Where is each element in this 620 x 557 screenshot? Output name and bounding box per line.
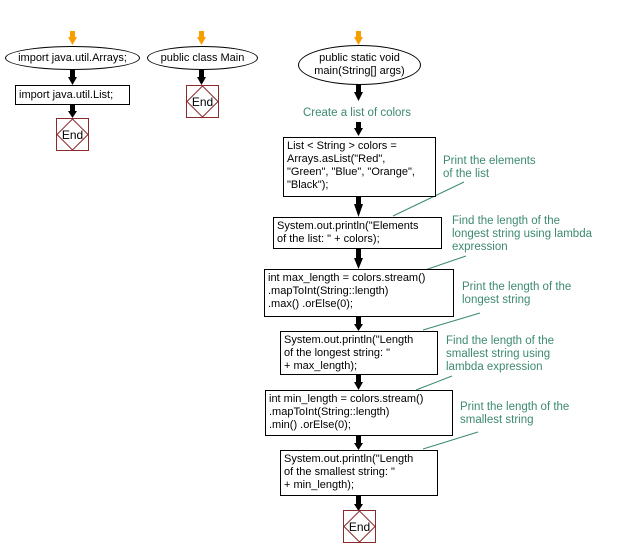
- arrow: [354, 436, 363, 450]
- end-label: End: [61, 127, 84, 142]
- arrow: [354, 84, 363, 101]
- comment-print-elements: Print the elements of the list: [443, 155, 536, 180]
- arrow: [354, 122, 363, 136]
- arrow: [68, 105, 77, 118]
- arrow: [354, 317, 363, 331]
- comment-line-2: [424, 255, 467, 271]
- flow3-label-create-list: Create a list of colors: [303, 107, 412, 119]
- flow2-end: End: [186, 85, 219, 118]
- start-arrow-1: [68, 31, 77, 45]
- comment-find-longest: Find the length of the longest string us…: [452, 215, 592, 253]
- flow3-step-print-smallest: System.out.println("Length of the smalle…: [280, 450, 438, 496]
- arrow: [354, 496, 363, 511]
- end-label: End: [348, 519, 371, 534]
- arrow: [354, 197, 363, 217]
- flow2-start-oval: public class Main: [147, 46, 258, 70]
- arrow: [354, 374, 363, 390]
- start-arrow-3: [354, 31, 363, 45]
- flow3-step-create-list: List < String > colors = Arrays.asList("…: [283, 137, 436, 197]
- comment-line-4: [415, 375, 453, 391]
- end-label: End: [191, 94, 214, 109]
- flow3-end: End: [343, 510, 376, 543]
- flow1-start-oval: import java.util.Arrays;: [5, 46, 140, 70]
- arrow: [68, 70, 77, 85]
- flow3-step-print-elements: System.out.println("Elements of the list…: [273, 217, 442, 249]
- flow1-import-list-step: import java.util.List;: [15, 85, 130, 105]
- flow3-start-oval: public static void main(String[] args): [298, 45, 421, 85]
- arrow: [354, 249, 363, 269]
- comment-find-smallest: Find the length of the smallest string u…: [446, 335, 555, 373]
- start-arrow-2: [197, 31, 206, 45]
- comment-print-longest: Print the length of the longest string: [462, 281, 572, 306]
- comment-print-smallest: Print the length of the smallest string: [460, 401, 570, 426]
- flow3-step-min-length: int min_length = colors.stream() .mapToI…: [265, 390, 453, 436]
- flow3-step-max-length: int max_length = colors.stream() .mapToI…: [264, 269, 454, 317]
- start-arrows: [68, 31, 363, 45]
- flow1-end: End: [56, 118, 89, 151]
- flow3-step-print-longest: System.out.println("Length of the longes…: [280, 331, 438, 375]
- arrow: [197, 70, 206, 85]
